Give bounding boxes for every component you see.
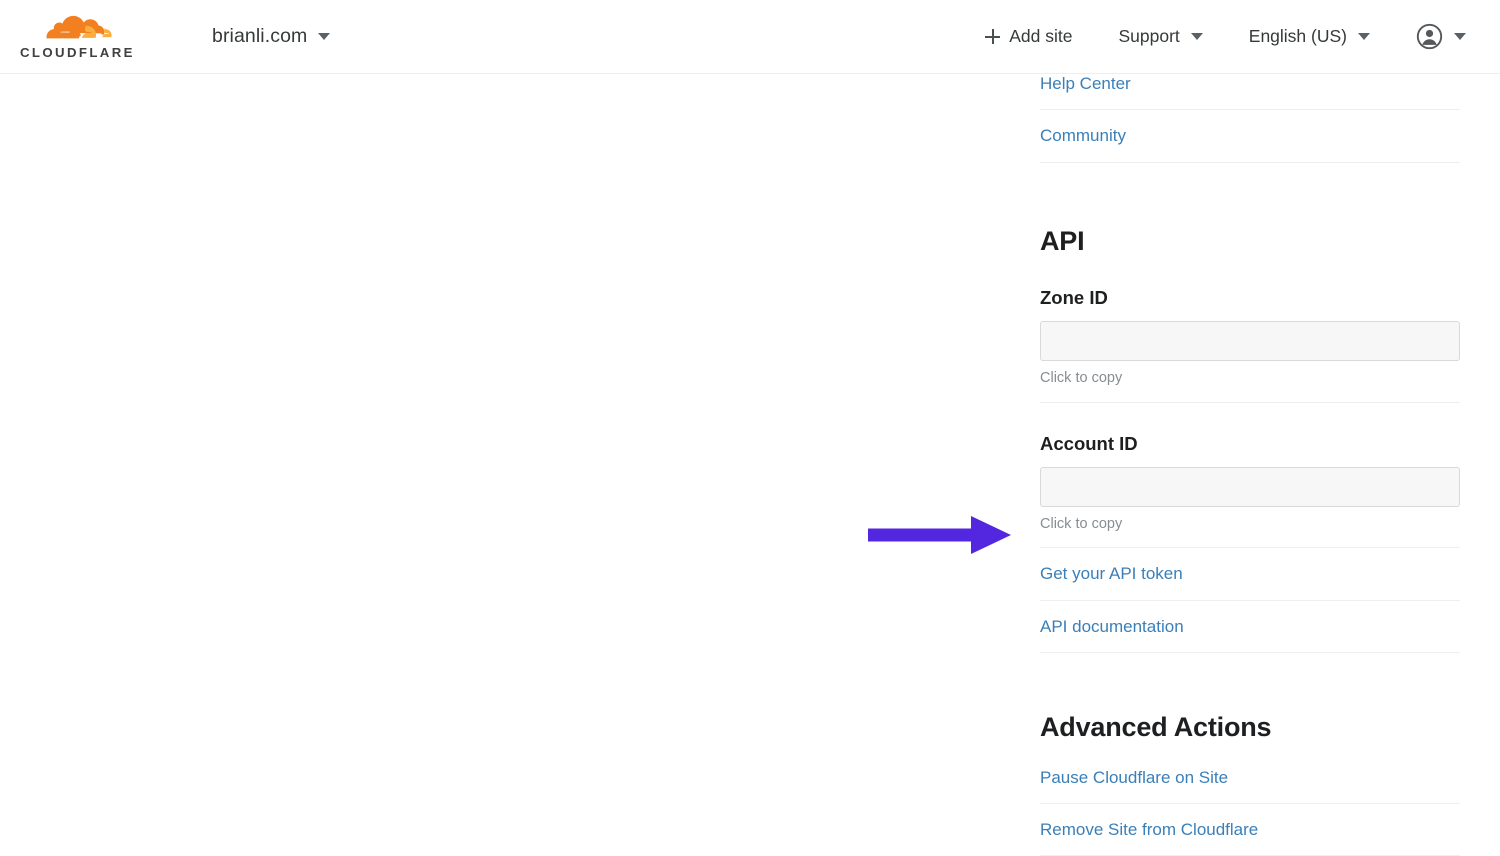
cloudflare-logo[interactable]: CLOUDFLARE (20, 14, 154, 60)
support-menu[interactable]: Support (1118, 26, 1202, 47)
support-label: Support (1118, 26, 1179, 47)
chevron-down-icon (318, 33, 330, 40)
zone-id-hint: Click to copy (1040, 361, 1460, 402)
annotation-arrow-icon (868, 513, 1013, 557)
cloudflare-wordmark: CLOUDFLARE (20, 45, 135, 60)
user-circle-icon (1416, 23, 1443, 50)
language-label: English (US) (1249, 26, 1347, 47)
api-section-heading: API (1040, 225, 1460, 257)
pause-cloudflare-on-site-link[interactable]: Pause Cloudflare on Site (1040, 752, 1460, 804)
cloudflare-logo-icon: CLOUDFLARE (20, 14, 154, 60)
account-id-label: Account ID (1040, 433, 1460, 455)
site-selector-dropdown[interactable]: brianli.com (212, 25, 330, 48)
zone-id-input[interactable] (1040, 321, 1460, 361)
chevron-down-icon (1454, 33, 1466, 40)
add-site-button[interactable]: Add site (985, 26, 1072, 47)
header-nav: Add site Support English (US) (939, 23, 1466, 50)
remove-site-from-cloudflare-link[interactable]: Remove Site from Cloudflare (1040, 804, 1460, 856)
advanced-actions-heading: Advanced Actions (1040, 711, 1460, 743)
zone-id-label: Zone ID (1040, 287, 1460, 309)
top-navigation-bar: CLOUDFLARE brianli.com Add site Support … (0, 0, 1500, 74)
add-site-label: Add site (1009, 26, 1072, 47)
account-id-hint: Click to copy (1040, 507, 1460, 548)
get-api-token-link[interactable]: Get your API token (1040, 548, 1460, 600)
account-menu[interactable] (1416, 23, 1466, 50)
account-id-input[interactable] (1040, 467, 1460, 507)
chevron-down-icon (1358, 33, 1370, 40)
language-menu[interactable]: English (US) (1249, 26, 1370, 47)
right-content-column: Help Center Community API Zone ID Click … (1040, 74, 1460, 856)
api-documentation-link[interactable]: API documentation (1040, 601, 1460, 653)
plus-icon (985, 29, 1000, 44)
chevron-down-icon (1191, 33, 1203, 40)
help-center-link[interactable]: Help Center (1040, 74, 1460, 110)
site-selector-label: brianli.com (212, 25, 307, 48)
community-link[interactable]: Community (1040, 110, 1460, 162)
